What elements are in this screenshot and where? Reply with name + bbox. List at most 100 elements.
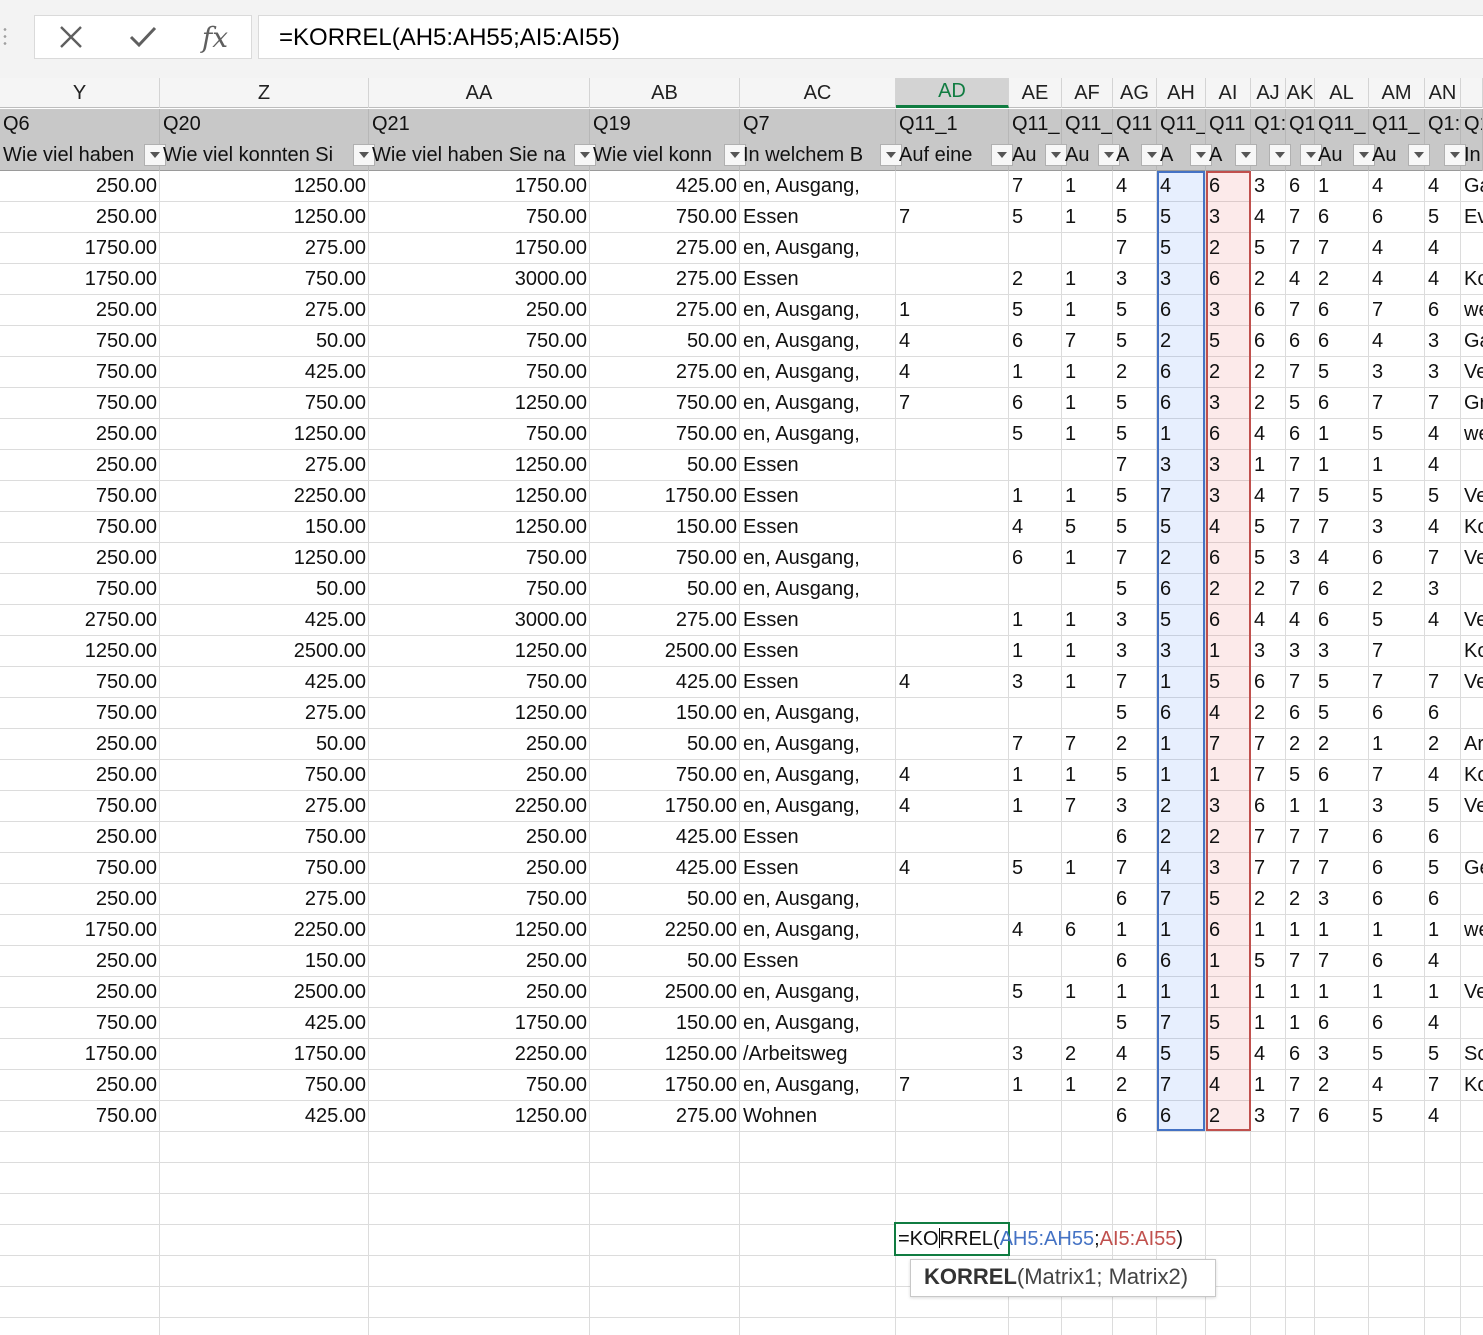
cell-col-ai[interactable]: 5 [1206, 1008, 1251, 1039]
cell-col-aj[interactable]: 1 [1251, 1070, 1286, 1101]
cell-col-ad[interactable]: 4 [896, 853, 1009, 884]
cell-col-y[interactable]: 750.00 [0, 481, 160, 512]
cell-col-an[interactable]: 6 [1425, 295, 1461, 326]
cell-col-ab[interactable]: 1250.00 [590, 1039, 740, 1070]
cell-col-ak[interactable]: 7 [1286, 295, 1315, 326]
cell-col-ac[interactable]: Essen [740, 202, 896, 233]
cell-col-z[interactable]: 1250.00 [160, 202, 369, 233]
cell-col-al[interactable]: 2 [1315, 264, 1369, 295]
cell-col-z[interactable]: 425.00 [160, 605, 369, 636]
cell-col-ae[interactable]: 4 [1009, 512, 1062, 543]
cell-col-aa[interactable]: 1250.00 [369, 450, 590, 481]
cell-col-ac[interactable]: en, Ausgang, [740, 791, 896, 822]
cell-col-ao[interactable]: Ga [1461, 326, 1483, 357]
column-header-af[interactable]: AF [1062, 78, 1113, 108]
cell-col-ae[interactable]: 5 [1009, 419, 1062, 450]
cell-col-an[interactable]: 2 [1425, 729, 1461, 760]
cell-col-ag[interactable]: 4 [1113, 171, 1157, 202]
cell-col-af[interactable]: 1 [1062, 667, 1113, 698]
cell-col-ag[interactable]: 2 [1113, 729, 1157, 760]
column-header-am[interactable]: AM [1369, 78, 1425, 108]
cell-col-ak[interactable]: 2 [1286, 729, 1315, 760]
cell-col-ai[interactable]: 2 [1206, 574, 1251, 605]
cell-col-al[interactable]: 1 [1315, 419, 1369, 450]
cell-col-ak[interactable]: 4 [1286, 264, 1315, 295]
cell-col-ah[interactable]: 6 [1157, 388, 1206, 419]
cell-col-aj[interactable]: 5 [1251, 946, 1286, 977]
cell-col-y[interactable]: 750.00 [0, 853, 160, 884]
cell-col-ak[interactable]: 7 [1286, 202, 1315, 233]
cell-col-ag[interactable]: 5 [1113, 481, 1157, 512]
cell-col-ah[interactable]: 6 [1157, 574, 1206, 605]
cell-col-ad[interactable]: 4 [896, 326, 1009, 357]
cell-col-ah[interactable]: 3 [1157, 450, 1206, 481]
cell-col-z[interactable]: 425.00 [160, 667, 369, 698]
function-tooltip[interactable]: KORREL(Matrix1; Matrix2) [910, 1259, 1216, 1297]
cell-col-ah[interactable]: 6 [1157, 295, 1206, 326]
cell-col-ah[interactable]: 5 [1157, 605, 1206, 636]
cell-col-ah[interactable]: 1 [1157, 419, 1206, 450]
cell-col-ai[interactable]: 4 [1206, 698, 1251, 729]
cell-col-ai[interactable]: 3 [1206, 791, 1251, 822]
cell-col-z[interactable]: 2500.00 [160, 977, 369, 1008]
cell-col-ag[interactable]: 5 [1113, 295, 1157, 326]
cell-col-ao[interactable]: Ar [1461, 729, 1483, 760]
cell-col-al[interactable]: 5 [1315, 698, 1369, 729]
cell-col-ab[interactable]: 275.00 [590, 233, 740, 264]
cell-col-al[interactable]: 6 [1315, 202, 1369, 233]
cell-col-af[interactable]: 1 [1062, 1070, 1113, 1101]
cell-col-an[interactable]: 3 [1425, 326, 1461, 357]
cell-col-ah[interactable]: 2 [1157, 822, 1206, 853]
cell-col-aa[interactable]: 750.00 [369, 667, 590, 698]
cell-col-ai[interactable]: 4 [1206, 1070, 1251, 1101]
cell-col-ah[interactable]: 1 [1157, 977, 1206, 1008]
cell-col-ae[interactable]: 1 [1009, 636, 1062, 667]
cell-col-aj[interactable]: 2 [1251, 357, 1286, 388]
cell-col-af[interactable]: 7 [1062, 326, 1113, 357]
cell-col-am[interactable]: 3 [1369, 512, 1425, 543]
cell-col-ah[interactable]: 1 [1157, 729, 1206, 760]
cell-col-ag[interactable]: 5 [1113, 419, 1157, 450]
cell-col-ai[interactable]: 5 [1206, 326, 1251, 357]
cell-col-ad[interactable]: 4 [896, 667, 1009, 698]
cell-col-ao[interactable]: Ve [1461, 977, 1483, 1008]
column-header-an[interactable]: AN [1425, 78, 1461, 108]
cell-col-an[interactable]: 4 [1425, 1008, 1461, 1039]
cell-col-y[interactable]: 250.00 [0, 1070, 160, 1101]
cell-col-ab[interactable]: 750.00 [590, 419, 740, 450]
cell-col-ac[interactable]: Essen [740, 946, 896, 977]
cell-col-z[interactable]: 50.00 [160, 729, 369, 760]
cell-col-z[interactable]: 275.00 [160, 698, 369, 729]
column-header-y[interactable]: Y [0, 78, 160, 108]
cell-col-am[interactable]: 7 [1369, 295, 1425, 326]
cell-col-am[interactable]: 6 [1369, 884, 1425, 915]
cell-col-ac[interactable]: /Arbeitsweg [740, 1039, 896, 1070]
cell-col-ag[interactable]: 7 [1113, 233, 1157, 264]
tooltip-function-name[interactable]: KORREL [924, 1264, 1017, 1289]
cell-col-ab[interactable]: 275.00 [590, 605, 740, 636]
cell-col-aj[interactable]: 6 [1251, 791, 1286, 822]
cell-col-af[interactable]: 1 [1062, 543, 1113, 574]
cell-col-y[interactable]: 250.00 [0, 543, 160, 574]
cell-col-z[interactable]: 150.00 [160, 946, 369, 977]
cell-col-an[interactable]: 5 [1425, 853, 1461, 884]
cell-col-ab[interactable]: 2250.00 [590, 915, 740, 946]
cell-col-ag[interactable]: 5 [1113, 1008, 1157, 1039]
cell-col-ae[interactable]: 5 [1009, 853, 1062, 884]
cell-col-z[interactable]: 2500.00 [160, 636, 369, 667]
cell-col-an[interactable]: 1 [1425, 915, 1461, 946]
cell-col-ah[interactable]: 7 [1157, 1070, 1206, 1101]
cell-col-ak[interactable]: 7 [1286, 946, 1315, 977]
cell-col-ad[interactable]: 4 [896, 791, 1009, 822]
cell-col-ag[interactable]: 5 [1113, 512, 1157, 543]
cell-col-ab[interactable]: 50.00 [590, 450, 740, 481]
cell-col-ab[interactable]: 425.00 [590, 853, 740, 884]
cell-col-ao[interactable]: Ge [1461, 853, 1483, 884]
cell-col-af[interactable]: 2 [1062, 1039, 1113, 1070]
cell-col-ag[interactable]: 5 [1113, 760, 1157, 791]
cell-col-an[interactable]: 4 [1425, 605, 1461, 636]
cell-col-al[interactable]: 5 [1315, 357, 1369, 388]
cell-col-al[interactable]: 5 [1315, 667, 1369, 698]
cell-col-am[interactable]: 6 [1369, 1008, 1425, 1039]
cell-col-an[interactable]: 4 [1425, 171, 1461, 202]
